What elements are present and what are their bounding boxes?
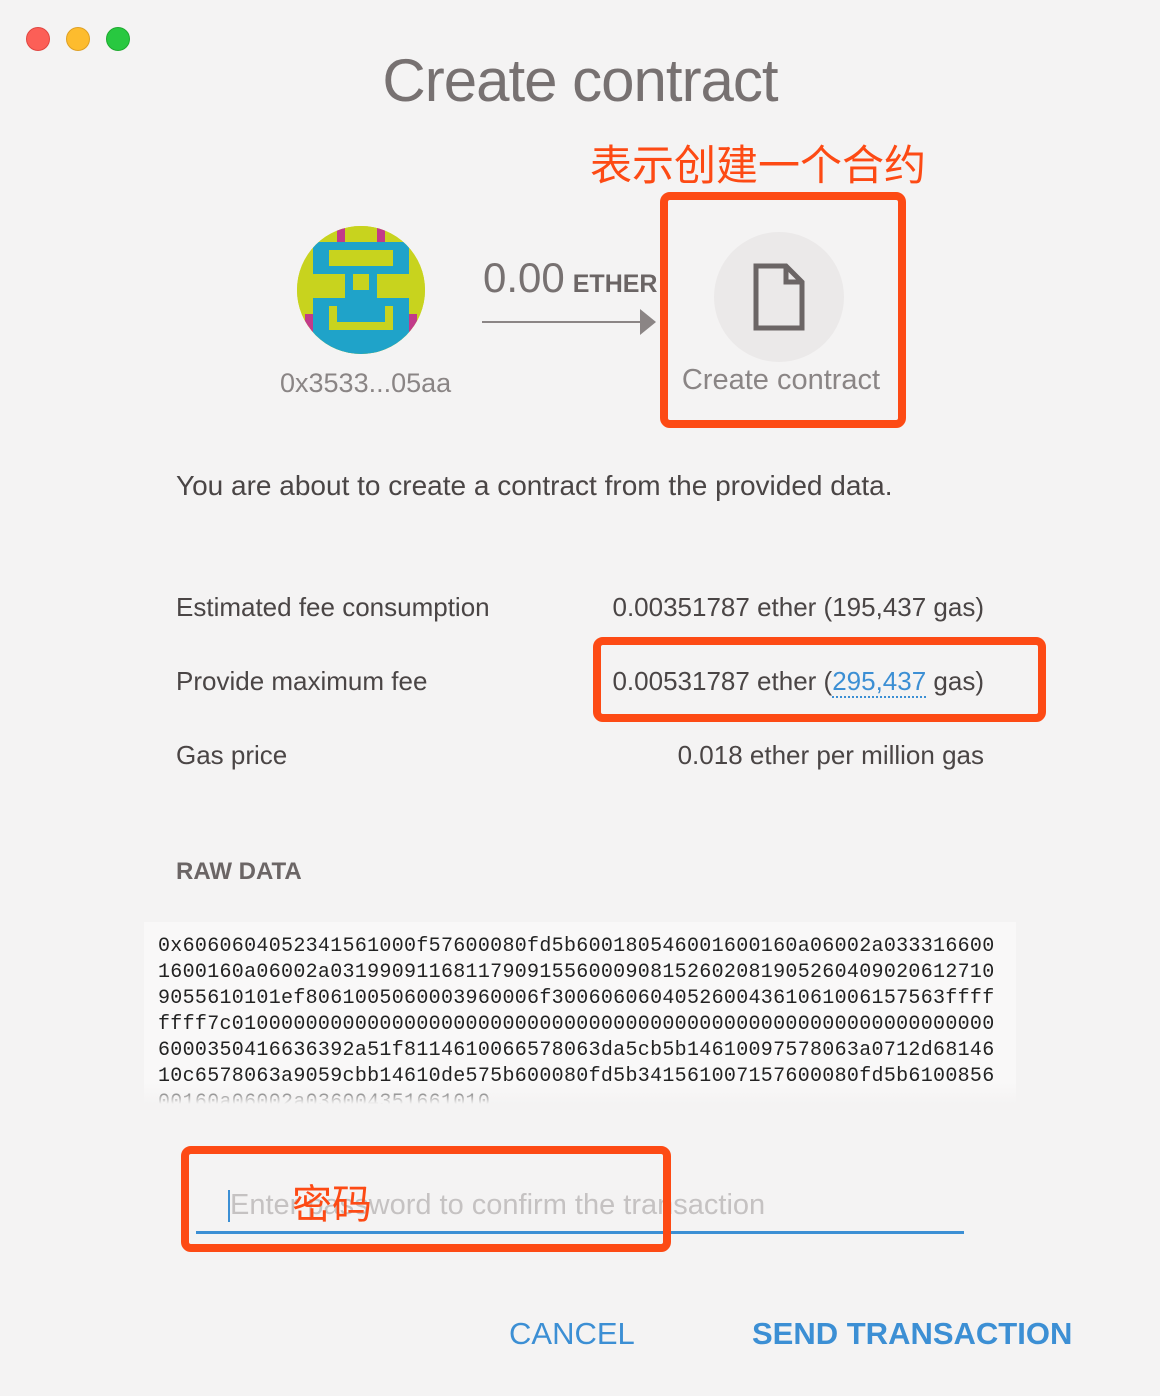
description-text: You are about to create a contract from …	[176, 470, 893, 501]
create-contract-label: Create contract	[681, 364, 881, 396]
annotation-box-password	[181, 1146, 671, 1252]
from-account-avatar	[297, 226, 425, 354]
amount-value: 0.00	[483, 254, 565, 301]
raw-data-heading: RAW DATA	[176, 858, 302, 885]
maximum-fee-label: Provide maximum fee	[176, 666, 428, 696]
from-address: 0x3533...05aa	[280, 368, 452, 398]
estimated-fee-value: 0.00351787 ether (195,437 gas)	[612, 592, 984, 622]
raw-data-fade	[144, 1082, 1016, 1104]
annotation-box-max-fee	[593, 637, 1046, 722]
gas-price-label: Gas price	[176, 740, 288, 770]
gas-price-value: 0.018 ether per million gas	[677, 740, 984, 770]
transfer-amount: 0.00 ETHER	[483, 254, 657, 302]
annotation-password-note: 密码	[292, 1182, 372, 1228]
create-contract-target	[714, 232, 844, 362]
raw-data-box[interactable]: 0x6060604052341561000f57600080fd5b600180…	[144, 922, 1016, 1104]
send-transaction-button[interactable]: SEND TRANSACTION	[752, 1316, 1072, 1352]
estimated-fee-label: Estimated fee consumption	[176, 592, 490, 622]
document-icon	[753, 263, 805, 331]
annotation-create-contract-note: 表示创建一个合约	[590, 141, 927, 190]
arrow-head-icon	[640, 309, 656, 335]
amount-unit: ETHER	[572, 270, 658, 298]
raw-data-text: 0x6060604052341561000f57600080fd5b600180…	[158, 935, 995, 1104]
arrow-right-icon	[482, 321, 642, 323]
cancel-button[interactable]: CANCEL	[509, 1316, 635, 1352]
page-title: Create contract	[382, 47, 778, 114]
